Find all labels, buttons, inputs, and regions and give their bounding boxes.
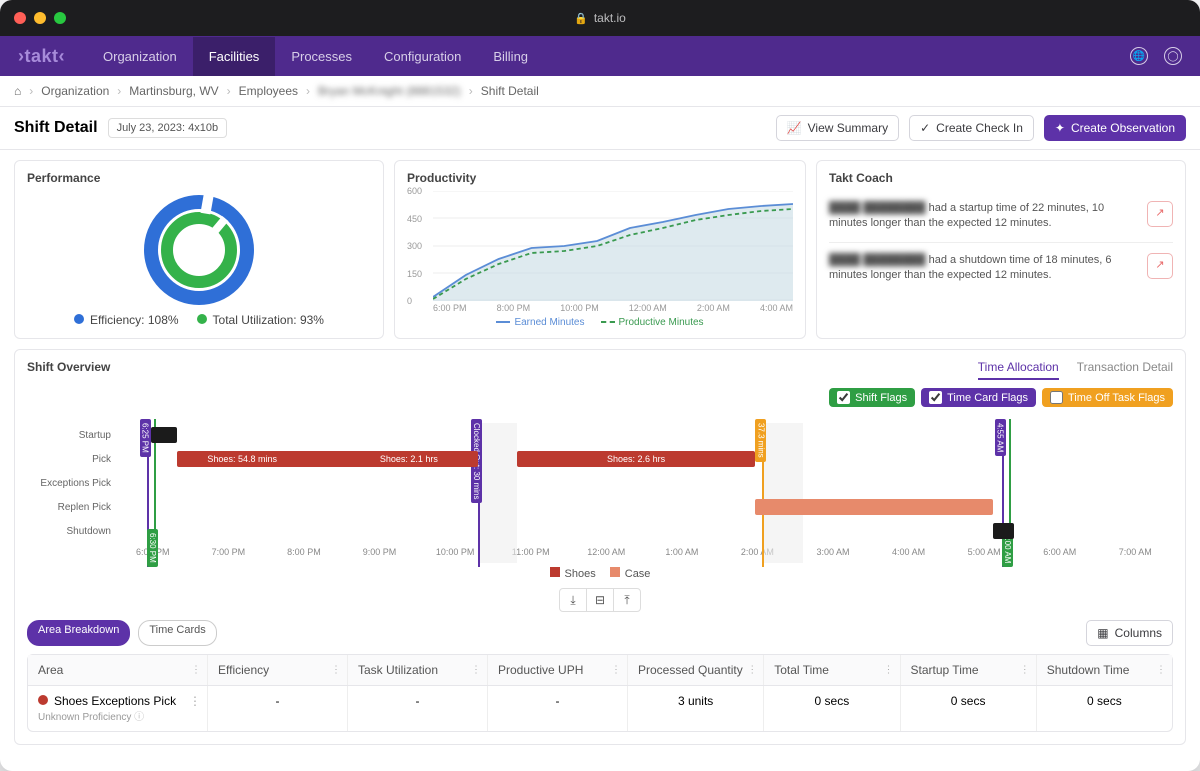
collapse-icon[interactable]: ⤒ [613, 588, 641, 612]
row-menu-icon[interactable]: ⋮ [189, 694, 201, 708]
area-table: Area⋮ Efficiency⋮ Task Utilization⋮ Prod… [27, 654, 1173, 732]
productivity-xaxis: 6:00 PM8:00 PM 10:00 PM12:00 AM 2:00 AM4… [433, 303, 793, 313]
th-area[interactable]: Area⋮ [28, 655, 208, 685]
sparkle-icon: ✦ [1055, 121, 1065, 135]
user-icon[interactable]: ◯ [1164, 47, 1182, 65]
coach-item: ████ ████████ had a startup time of 22 m… [829, 191, 1173, 243]
url-text: takt.io [594, 11, 626, 25]
crumb-employees[interactable]: Employees [239, 84, 298, 98]
coach-open-icon[interactable]: ↗ [1147, 201, 1173, 227]
top-nav: ›takt‹ Organization Facilities Processes… [0, 36, 1200, 76]
create-checkin-button[interactable]: ✓ Create Check In [909, 115, 1034, 141]
page-header: Shift Detail July 23, 2023: 4x10b 📈 View… [0, 107, 1200, 150]
tab-time-allocation[interactable]: Time Allocation [978, 360, 1059, 380]
coach-card: Takt Coach ████ ████████ had a startup t… [816, 160, 1186, 339]
coach-title: Takt Coach [829, 171, 1173, 185]
window-minimize[interactable] [34, 12, 46, 24]
productivity-card: Productivity 600 450 300 150 0 [394, 160, 806, 339]
crumb-current: Shift Detail [481, 84, 539, 98]
download-icon[interactable]: ⤓ [559, 588, 587, 612]
expand-icon[interactable]: ⊟ [586, 588, 614, 612]
performance-card: Performance Efficiency: 108% Total Utili… [14, 160, 384, 339]
home-icon[interactable]: ⌂ [14, 84, 21, 98]
nav-configuration[interactable]: Configuration [368, 37, 477, 76]
column-menu-icon[interactable]: ⋮ [191, 665, 201, 676]
crumb-location[interactable]: Martinsburg, WV [129, 84, 218, 98]
timeline: 6:25 PM 6:30 PM Clocked Out: 30 mins 37.… [15, 415, 1185, 563]
chart-icon: 📈 [787, 121, 802, 135]
th-efficiency[interactable]: Efficiency⋮ [208, 655, 348, 685]
columns-button[interactable]: ▦ Columns [1086, 620, 1173, 646]
globe-icon[interactable]: 🌐 [1130, 47, 1148, 65]
overview-title: Shift Overview [27, 360, 110, 374]
performance-donut [144, 195, 254, 305]
create-observation-button[interactable]: ✦ Create Observation [1044, 115, 1186, 141]
window-close[interactable] [14, 12, 26, 24]
th-startup-time[interactable]: Startup Time⋮ [901, 655, 1037, 685]
legend-productive: Productive Minutes [601, 317, 704, 328]
checkin-icon: ✓ [920, 121, 930, 135]
productivity-title: Productivity [407, 171, 793, 185]
timeline-xaxis: 6:00 PM7:00 PM8:00 PM 9:00 PM10:00 PM11:… [115, 547, 1173, 557]
productivity-chart: 600 450 300 150 0 [433, 191, 793, 301]
columns-icon: ▦ [1097, 626, 1108, 640]
page-title: Shift Detail [14, 119, 98, 137]
nav-organization[interactable]: Organization [87, 37, 193, 76]
nav-facilities[interactable]: Facilities [193, 37, 276, 76]
nav-processes[interactable]: Processes [275, 37, 368, 76]
coach-open-icon[interactable]: ↗ [1147, 253, 1173, 279]
table-row: Shoes Exceptions Pick Unknown Proficienc… [28, 686, 1172, 731]
crumb-organization[interactable]: Organization [41, 84, 109, 98]
th-shutdown-time[interactable]: Shutdown Time⋮ [1037, 655, 1172, 685]
tab-area-breakdown[interactable]: Area Breakdown [27, 620, 130, 646]
nav-billing[interactable]: Billing [477, 37, 544, 76]
coach-item: ████ ████████ had a shutdown time of 18 … [829, 243, 1173, 294]
window-maximize[interactable] [54, 12, 66, 24]
lock-icon: 🔒 [574, 12, 588, 25]
tab-transaction-detail[interactable]: Transaction Detail [1077, 360, 1173, 380]
row-area: Shoes Exceptions Pick [54, 694, 176, 708]
shift-overview-card: Shift Overview Time Allocation Transacti… [14, 349, 1186, 745]
flag-timecard[interactable]: Time Card Flags [921, 388, 1036, 407]
performance-title: Performance [27, 171, 371, 185]
legend-case: Case [610, 567, 651, 580]
breadcrumb: ⌂ ›Organization ›Martinsburg, WV ›Employ… [0, 76, 1200, 107]
logo[interactable]: ›takt‹ [18, 46, 65, 67]
th-productive-uph[interactable]: Productive UPH⋮ [488, 655, 628, 685]
efficiency-legend: Efficiency: 108% [74, 313, 179, 327]
flag-offtask[interactable]: Time Off Task Flags [1042, 388, 1173, 407]
view-summary-button[interactable]: 📈 View Summary [776, 115, 899, 141]
th-total-time[interactable]: Total Time⋮ [764, 655, 900, 685]
browser-titlebar: 🔒 takt.io [0, 0, 1200, 36]
th-task-utilization[interactable]: Task Utilization⋮ [348, 655, 488, 685]
th-processed-qty[interactable]: Processed Quantity⋮ [628, 655, 764, 685]
flag-shift[interactable]: Shift Flags [829, 388, 915, 407]
utilization-legend: Total Utilization: 93% [197, 313, 324, 327]
legend-shoes: Shoes [550, 567, 596, 580]
legend-earned: Earned Minutes [496, 317, 584, 328]
crumb-employee-name[interactable]: Bryan McKnight (8881532) [318, 84, 461, 98]
info-icon[interactable]: ⓘ [134, 712, 144, 723]
shift-badge: July 23, 2023: 4x10b [108, 118, 228, 138]
tab-time-cards[interactable]: Time Cards [138, 620, 216, 646]
